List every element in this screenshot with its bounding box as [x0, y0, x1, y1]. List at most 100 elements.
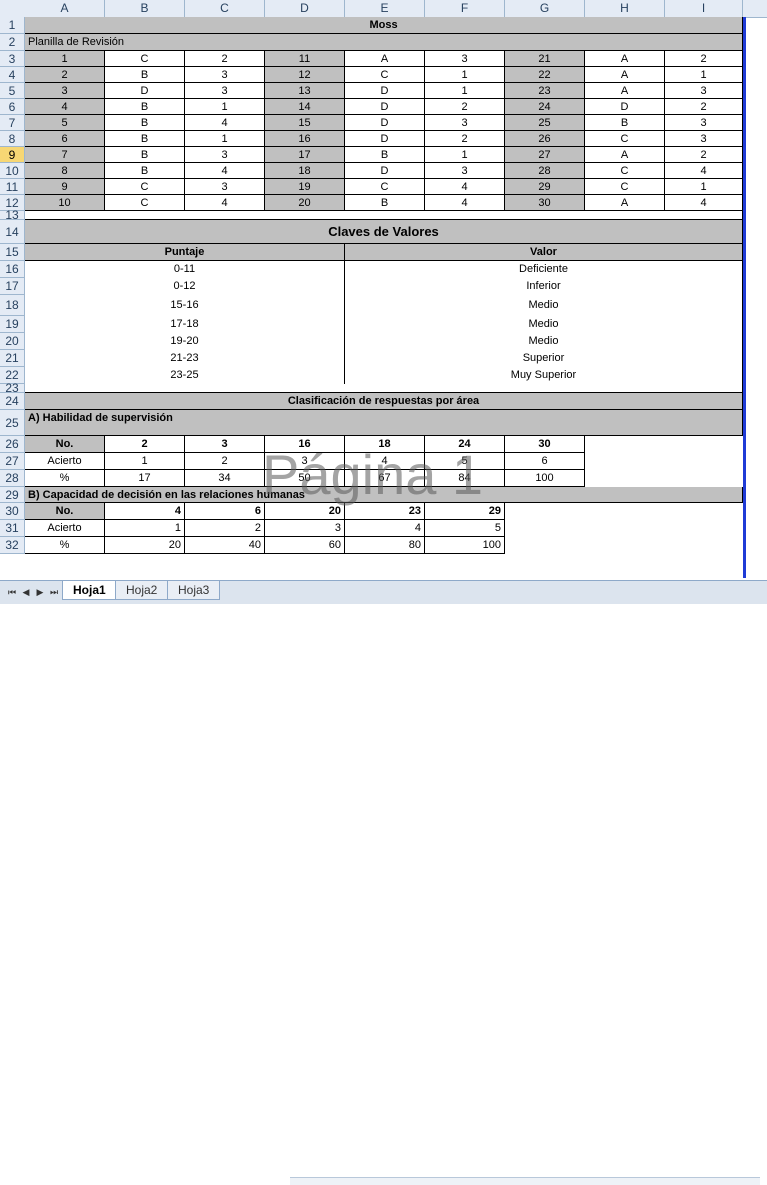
review-cell[interactable]: 3 [185, 83, 265, 99]
claves-puntaje[interactable]: 23-25 [25, 367, 345, 384]
column-header-h[interactable]: H [585, 0, 665, 17]
review-cell[interactable]: 9 [25, 179, 105, 195]
row-header-28[interactable]: 28 [0, 470, 25, 487]
row-header-32[interactable]: 32 [0, 537, 25, 554]
review-cell[interactable]: 3 [665, 115, 743, 131]
review-cell[interactable]: 25 [505, 115, 585, 131]
review-cell[interactable]: C [105, 195, 185, 211]
review-cell[interactable]: 1 [425, 67, 505, 83]
claves-header-puntaje[interactable]: Puntaje [25, 244, 345, 261]
section-b-value[interactable]: 4 [345, 520, 425, 537]
tab-hoja1[interactable]: Hoja1 [62, 581, 117, 600]
column-header-g[interactable]: G [505, 0, 585, 17]
empty-cell[interactable] [505, 537, 743, 554]
review-cell[interactable]: B [105, 99, 185, 115]
row-header-1[interactable]: 1 [0, 17, 25, 34]
section-a-title[interactable]: A) Habilidad de supervisión [25, 410, 743, 436]
review-cell[interactable]: 13 [265, 83, 345, 99]
row-header-31[interactable]: 31 [0, 520, 25, 537]
review-cell[interactable]: C [585, 131, 665, 147]
review-cell[interactable]: 4 [425, 195, 505, 211]
section-a-value[interactable]: 24 [425, 436, 505, 453]
review-cell[interactable]: 1 [665, 67, 743, 83]
spacer-row[interactable] [25, 384, 743, 393]
review-cell[interactable]: 3 [665, 83, 743, 99]
review-cell[interactable]: 3 [425, 115, 505, 131]
section-a-value[interactable]: 4 [345, 453, 425, 470]
review-cell[interactable]: 24 [505, 99, 585, 115]
row-header-8[interactable]: 8 [0, 131, 25, 147]
review-cell[interactable]: 15 [265, 115, 345, 131]
next-sheet-icon[interactable]: ▶ [34, 585, 46, 599]
review-cell[interactable]: 21 [505, 51, 585, 67]
section-b-label[interactable]: % [25, 537, 105, 554]
row-header-23[interactable]: 23 [0, 382, 25, 394]
section-b-value[interactable]: 40 [185, 537, 265, 554]
row-header-27[interactable]: 27 [0, 453, 25, 470]
claves-header-valor[interactable]: Valor [345, 244, 743, 261]
review-cell[interactable]: 5 [25, 115, 105, 131]
row-header-13[interactable]: 13 [0, 209, 25, 221]
review-cell[interactable]: 3 [25, 83, 105, 99]
horizontal-scrollbar[interactable] [290, 1177, 760, 1185]
claves-puntaje[interactable]: 15-16 [25, 295, 345, 316]
review-cell[interactable]: B [105, 67, 185, 83]
review-cell[interactable]: D [345, 99, 425, 115]
spreadsheet-grid[interactable]: Moss Planilla de Revisión 1 C 2 11 A 3 21 A 2 2 B 3 12… [25, 17, 743, 578]
review-cell[interactable]: 2 [665, 147, 743, 163]
review-cell[interactable]: 3 [425, 51, 505, 67]
section-b-value[interactable]: 20 [265, 503, 345, 520]
claves-valor[interactable]: Medio [345, 333, 743, 350]
section-a-value[interactable]: 34 [185, 470, 265, 487]
claves-puntaje[interactable]: 21-23 [25, 350, 345, 367]
section-a-value[interactable]: 67 [345, 470, 425, 487]
section-a-value[interactable]: 6 [505, 453, 585, 470]
section-b-label[interactable]: Acierto [25, 520, 105, 537]
review-cell[interactable]: C [345, 67, 425, 83]
review-cell[interactable]: C [105, 51, 185, 67]
section-a-value[interactable]: 16 [265, 436, 345, 453]
first-sheet-icon[interactable]: ⏮ [6, 585, 18, 599]
review-cell[interactable]: B [105, 115, 185, 131]
section-b-value[interactable]: 2 [185, 520, 265, 537]
review-cell[interactable]: 8 [25, 163, 105, 179]
review-cell[interactable]: 2 [425, 131, 505, 147]
section-b-value[interactable]: 3 [265, 520, 345, 537]
section-b-value[interactable]: 4 [105, 503, 185, 520]
section-a-label[interactable]: No. [25, 436, 105, 453]
column-header-c[interactable]: C [185, 0, 265, 17]
section-b-value[interactable]: 80 [345, 537, 425, 554]
review-cell[interactable]: D [345, 83, 425, 99]
review-cell[interactable]: 3 [425, 163, 505, 179]
row-header-20[interactable]: 20 [0, 333, 25, 350]
section-b-value[interactable]: 5 [425, 520, 505, 537]
section-a-value[interactable]: 50 [265, 470, 345, 487]
row-header-6[interactable]: 6 [0, 99, 25, 115]
row-header-2[interactable]: 2 [0, 34, 25, 51]
row-header-18[interactable]: 18 [0, 295, 25, 316]
section-b-value[interactable]: 23 [345, 503, 425, 520]
sheet-title[interactable]: Moss [25, 17, 743, 34]
section-b-value[interactable]: 20 [105, 537, 185, 554]
review-cell[interactable]: 14 [265, 99, 345, 115]
review-cell[interactable]: D [345, 131, 425, 147]
row-header-4[interactable]: 4 [0, 67, 25, 83]
column-header-a[interactable]: A [25, 0, 105, 17]
review-cell[interactable]: C [585, 179, 665, 195]
review-cell[interactable]: 4 [185, 195, 265, 211]
row-header-24[interactable]: 24 [0, 393, 25, 410]
empty-cell[interactable] [505, 503, 743, 520]
row-header-19[interactable]: 19 [0, 316, 25, 333]
review-cell[interactable]: B [345, 195, 425, 211]
empty-cell[interactable] [585, 436, 743, 453]
review-cell[interactable]: C [585, 163, 665, 179]
review-cell[interactable]: 2 [665, 51, 743, 67]
column-header-d[interactable]: D [265, 0, 345, 17]
review-cell[interactable]: 2 [25, 67, 105, 83]
review-cell[interactable]: 1 [665, 179, 743, 195]
review-cell[interactable]: 1 [185, 131, 265, 147]
review-cell[interactable]: 27 [505, 147, 585, 163]
section-a-label[interactable]: Acierto [25, 453, 105, 470]
review-cell[interactable]: 4 [185, 115, 265, 131]
row-header-10[interactable]: 10 [0, 163, 25, 179]
